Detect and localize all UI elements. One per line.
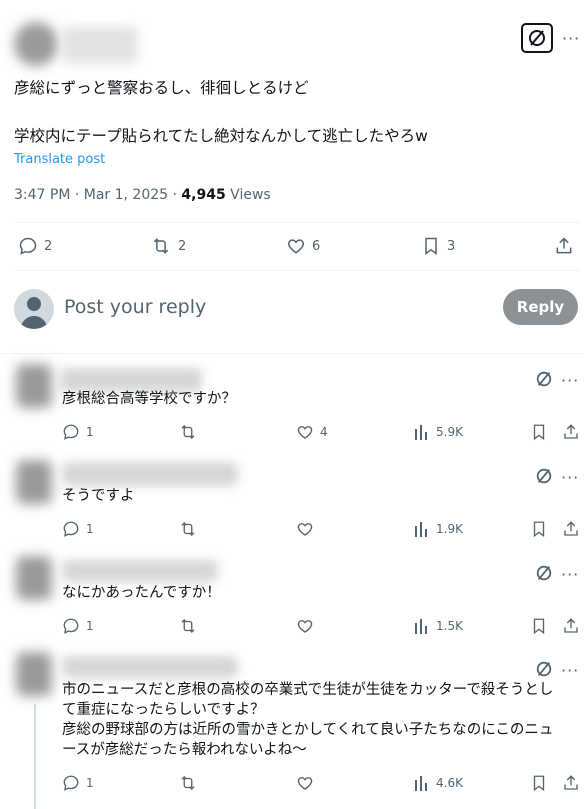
bookmark-icon[interactable] [530,423,548,441]
repost-icon[interactable] [178,520,198,538]
bookmark-icon [425,237,437,255]
my-avatar [14,289,54,329]
views-count: 1.9K [436,522,463,536]
reply-avatar[interactable] [16,556,52,600]
reply-views-action[interactable]: 4.6K [414,774,463,792]
reply-text-line: ースが彦総だったら報われないよね〜 [62,742,307,758]
reply-author-name[interactable] [62,656,238,678]
reply-views-action[interactable]: 1.5K [414,617,463,635]
like-count: 6 [312,238,321,254]
reply-avatar[interactable] [16,652,52,696]
bookmark-count: 3 [447,238,456,254]
reply-more-button[interactable]: ··· [561,663,579,679]
heart-icon [297,426,313,439]
post-text-line1: 彦総にずっと警察おるし、徘徊しとるけど [14,79,309,97]
reply-author-name[interactable] [62,462,238,486]
analytics-icon [415,425,427,440]
grok-icon[interactable] [535,467,553,485]
reply-more-button[interactable]: ··· [561,567,579,583]
reply-text: 彦根総合高等学校ですか？ [62,391,236,407]
repost-action[interactable]: 2 [150,236,186,256]
reply-count: 2 [44,238,53,254]
translate-post-link[interactable]: Translate post [14,152,105,167]
share-icon[interactable] [562,423,580,441]
repost-icon[interactable] [178,774,198,792]
grok-button[interactable] [521,23,553,53]
reply-count: 1 [86,776,94,790]
post-time[interactable]: 3:47 PM · Mar 1, 2025 · [14,187,181,203]
views-count: 4.6K [436,776,463,790]
reply-author-name[interactable] [62,560,218,582]
analytics-icon [415,522,427,537]
analytics-icon [415,776,427,791]
reply-count: 1 [86,619,94,633]
views-count: 1.5K [436,619,463,633]
share-action[interactable] [554,236,574,256]
bookmark-icon[interactable] [530,774,548,792]
analytics-icon [415,619,427,634]
repost-count: 2 [178,238,187,254]
views-label: Views [225,187,271,203]
reply-comment-action[interactable]: 1 [62,520,94,538]
reply-text: なにかあったんですか！ [62,585,221,601]
more-options-button[interactable]: ··· [562,31,580,47]
like-count: 4 [320,425,328,439]
reply-text-line: 市のニュースだと彦根の高校の卒業式で生徒が生徒をカッターで殺そうとし [62,682,554,698]
reply-more-button[interactable]: ··· [561,470,579,486]
reply-text-line: 彦総の野球部の方は近所の雪かきとかしてくれて良い子たちなのにこのニュ [62,722,554,738]
repost-icon[interactable] [178,617,198,635]
reply-comment-action[interactable]: 1 [62,423,94,441]
divider-top [14,222,580,223]
reply-avatar[interactable] [16,460,52,504]
reply-text: そうですよ [62,488,135,504]
default-avatar-icon [20,297,48,329]
reply-count: 1 [86,522,94,536]
reply-button[interactable]: Reply [503,289,578,325]
grok-icon[interactable] [535,564,553,582]
post-meta: 3:47 PM · Mar 1, 2025 · 4,945 Views [14,187,271,203]
views-count: 5.9K [436,425,463,439]
reply-comment-action[interactable]: 1 [62,774,94,792]
repost-icon [153,238,169,254]
divider-composer [0,353,584,354]
like-action[interactable]: 6 [286,236,320,256]
grok-icon[interactable] [535,660,553,678]
reply-like-action[interactable]: 4 [296,423,328,441]
reply-text-line: て重症になったらしいですよ？ [62,702,265,718]
bookmark-action[interactable]: 3 [421,236,455,256]
post-text-line2: 学校内にテープ貼られてたし絶対なんかして逃亡したやろw [14,127,428,145]
heart-icon[interactable] [296,617,314,635]
grok-icon [529,30,545,46]
reply-action[interactable]: 2 [18,236,52,256]
divider-actions [14,270,580,271]
comment-icon [63,775,79,791]
heart-icon[interactable] [296,774,314,792]
grok-icon[interactable] [535,370,553,388]
reply-more-button[interactable]: ··· [561,373,579,389]
author-name[interactable] [62,26,138,64]
heart-icon[interactable] [296,520,314,538]
reply-avatar[interactable] [16,364,52,408]
share-icon[interactable] [562,520,580,538]
share-icon[interactable] [562,617,580,635]
comment-icon [63,424,79,440]
author-avatar[interactable] [14,22,58,66]
share-icon [556,237,572,254]
comment-icon [63,618,79,634]
bookmark-icon[interactable] [530,520,548,538]
comment-icon [63,521,79,537]
thread-line [34,704,36,809]
reply-comment-action[interactable]: 1 [62,617,94,635]
reply-input[interactable]: Post your reply [64,296,206,318]
share-icon[interactable] [562,774,580,792]
reply-views-action[interactable]: 5.9K [414,423,463,441]
heart-icon [287,239,305,254]
reply-count: 1 [86,425,94,439]
comment-icon [19,237,37,255]
reply-views-action[interactable]: 1.9K [414,520,463,538]
views-count: 4,945 [181,187,226,203]
repost-icon[interactable] [178,423,198,441]
bookmark-icon[interactable] [530,617,548,635]
